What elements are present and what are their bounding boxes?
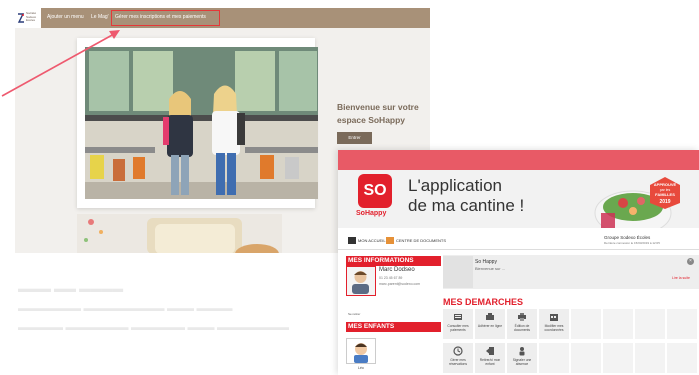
sohappy-logo: SO [358, 174, 392, 208]
badge-year: 2019 [659, 199, 670, 205]
logout-link[interactable]: Se retirer [348, 312, 360, 316]
app-top-strip [338, 150, 699, 170]
document-icon [386, 237, 394, 245]
account-name: Groupe Sodexo Écoles [604, 235, 651, 240]
tile-label: Adhérer en ligne [477, 324, 503, 328]
calendar-icon [550, 314, 558, 321]
banner-tagline: L'application [408, 176, 502, 195]
mes-enfants-title: MES ENFANTS [346, 322, 441, 332]
tile-placeholder [667, 343, 697, 373]
notification-text: Bienvenue sur ... [475, 266, 506, 271]
tile-retirer-enfant[interactable]: Retirer/ci mon enfant [475, 343, 505, 373]
tile-placeholder [571, 309, 601, 339]
user-name: Marc Dodseo [379, 267, 415, 273]
ghost-text: ▬▬▬▬▬ ▬▬▬▬▬▬▬ ▬▬▬▬▬▬ ▬▬▬ ▬▬▬▬▬▬▬▬ [18, 322, 290, 332]
salad-bowl-icon [594, 190, 672, 228]
app-tabs-bar: MON ACCUEIL CENTRE DE DOCUMENTS Groupe S… [338, 232, 699, 250]
food-photo-illustration [77, 214, 282, 253]
screenshot: Société Sodexo Ecoles Ajouter un menu Le… [0, 0, 699, 375]
tile-label: Signaler une absence [512, 358, 532, 366]
tile-placeholder [667, 309, 697, 339]
basket-icon [486, 313, 494, 320]
read-more-link[interactable]: Lire la suite [672, 276, 690, 280]
ghost-text: ▬▬▬ ▬▬ ▬▬▬▬ [18, 283, 124, 295]
notification-title: So Happy [475, 259, 497, 265]
user-phone: 01 23 45 67 89 [379, 276, 403, 280]
food-photo [77, 214, 282, 253]
badge-text: APPROUVÉ [654, 182, 677, 187]
last-login-text: Dernière connexion le 15/03/2019 à 12:05 [604, 241, 660, 245]
annotation-arrow-icon [1, 30, 120, 97]
user-info-card: Marc Dodseo 01 23 45 67 89 marc.parent@s… [346, 266, 441, 304]
tile-edition-documents[interactable]: Édition de documents [507, 309, 537, 339]
tile-label: Consulter mes paiements [447, 324, 469, 332]
tile-label: Gérer mes réservations [449, 358, 467, 366]
exit-icon [486, 347, 494, 355]
notification-card[interactable]: So Happy Bienvenue sur ... [443, 255, 699, 289]
tile-label: Modifier mes coordonnées [544, 324, 564, 332]
cart-icon [454, 314, 462, 320]
tile-placeholder [603, 309, 633, 339]
app-window: SO SoHappy L'application de ma cantine !… [338, 150, 699, 375]
tab-centre-documents[interactable]: CENTRE DE DOCUMENTS [386, 236, 446, 246]
tile-modifier-coordonnees[interactable]: Modifier mes coordonnées [539, 309, 569, 339]
mes-demarches-title: MES DEMARCHES [443, 297, 524, 307]
child-avatar[interactable] [346, 338, 376, 364]
tile-placeholder [635, 309, 665, 339]
close-icon[interactable]: × [687, 258, 694, 265]
child-avatar-icon [354, 343, 368, 363]
ghost-text: ▬▬▬▬▬▬▬ ▬▬▬▬▬▬▬▬▬ ▬▬▬ ▬▬▬▬ [18, 303, 233, 313]
home-icon [348, 237, 356, 245]
tile-placeholder [571, 343, 601, 373]
approved-badge-icon: APPROUVÉ par les FAMILLES 2019 [650, 177, 680, 209]
mes-informations-title: MES INFORMATIONS [346, 256, 441, 266]
tab-label: MON ACCUEIL [358, 238, 386, 243]
tile-label: Retirer/ci mon enfant [479, 358, 501, 366]
user-email: marc.parent@sodexo.com [379, 282, 421, 286]
tile-placeholder [603, 343, 633, 373]
printer-icon [518, 313, 526, 321]
sohappy-logo-name: SoHappy [356, 210, 387, 217]
child-name: Léo [358, 366, 364, 370]
banner-tagline: de ma cantine ! [408, 196, 525, 215]
tile-adherer[interactable]: Adhérer en ligne [475, 309, 505, 339]
tile-label: Édition de documents [513, 324, 531, 332]
welcome-heading: Bienvenue sur votre espace SoHappy [337, 101, 430, 127]
tab-label: CENTRE DE DOCUMENTS [396, 238, 447, 243]
enter-button[interactable]: Entrer [337, 132, 372, 144]
welcome-line: espace SoHappy [337, 115, 406, 125]
person-icon [519, 347, 525, 356]
clock-icon [453, 346, 463, 356]
tab-mon-accueil[interactable]: MON ACCUEIL [348, 236, 386, 246]
tile-gerer-reservations[interactable]: Gérer mes réservations [443, 343, 473, 373]
tile-signaler-absence[interactable]: Signaler une absence [507, 343, 537, 373]
tile-placeholder [635, 343, 665, 373]
tile-consulter-paiements[interactable]: Consulter mes paiements [443, 309, 473, 339]
app-banner: SO SoHappy L'application de ma cantine !… [338, 170, 699, 228]
tile-placeholder [539, 343, 569, 373]
avatar[interactable] [346, 266, 376, 296]
welcome-line: Bienvenue sur votre [337, 102, 419, 112]
badge-text: FAMILLES [655, 192, 675, 197]
user-avatar-icon [352, 271, 369, 294]
notification-thumbnail [443, 256, 473, 288]
